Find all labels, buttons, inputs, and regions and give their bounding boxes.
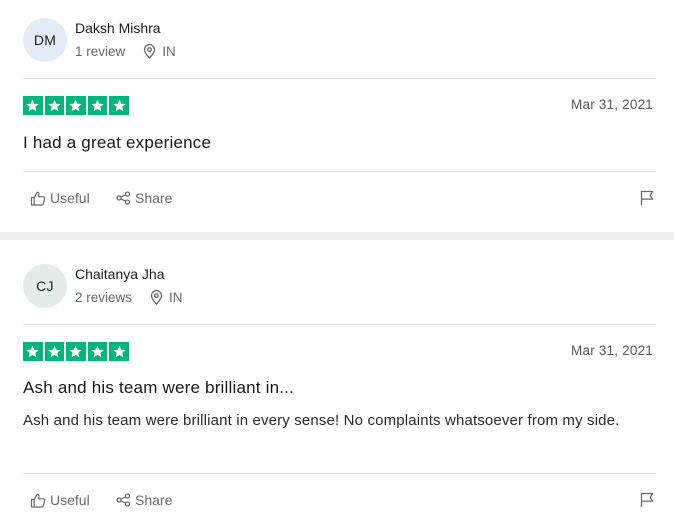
divider: [23, 171, 656, 172]
reviewer-location: IN: [150, 290, 183, 305]
thumbs-up-icon: [30, 493, 46, 508]
star-rating: [23, 342, 129, 361]
review-body: Ash and his team were brilliant in every…: [23, 412, 620, 429]
star-icon: [87, 96, 108, 115]
avatar[interactable]: DM: [23, 18, 67, 62]
flag-icon[interactable]: [639, 190, 655, 206]
reviewer-name[interactable]: Chaitanya Jha: [75, 266, 165, 282]
review-title[interactable]: Ash and his team were brilliant in...: [23, 378, 294, 398]
review-date: Mar 31, 2021: [571, 343, 653, 358]
avatar[interactable]: CJ: [23, 264, 67, 308]
divider: [23, 324, 656, 325]
star-icon: [44, 342, 65, 361]
country-code: IN: [162, 44, 176, 59]
card-separator: [0, 232, 674, 240]
share-icon: [116, 191, 131, 205]
reviewer-meta: 2 reviews IN: [75, 290, 183, 305]
review-card: CJ Chaitanya Jha 2 reviews IN Mar 31, 20…: [0, 240, 674, 517]
divider: [23, 78, 656, 79]
useful-button[interactable]: Useful: [30, 492, 90, 508]
star-icon: [109, 342, 129, 361]
review-count: 2 reviews: [75, 290, 133, 305]
star-rating: [23, 96, 129, 115]
star-icon: [87, 342, 108, 361]
star-icon: [66, 342, 86, 361]
share-button[interactable]: Share: [116, 492, 172, 508]
star-icon: [23, 96, 43, 115]
star-icon: [23, 342, 43, 361]
useful-label: Useful: [50, 492, 90, 508]
review-card: DM Daksh Mishra 1 review IN Mar 31, 2021…: [0, 0, 674, 232]
star-icon: [66, 96, 86, 115]
star-icon: [109, 96, 129, 115]
useful-button[interactable]: Useful: [30, 190, 90, 206]
flag-icon[interactable]: [639, 492, 655, 508]
star-icon: [44, 96, 65, 115]
share-button[interactable]: Share: [116, 190, 172, 206]
share-label: Share: [135, 190, 173, 206]
divider: [23, 473, 656, 474]
useful-label: Useful: [50, 190, 90, 206]
country-code: IN: [169, 290, 183, 305]
share-icon: [116, 493, 131, 507]
reviewer-name[interactable]: Daksh Mishra: [75, 20, 161, 36]
review-date: Mar 31, 2021: [571, 97, 653, 112]
review-title[interactable]: I had a great experience: [23, 133, 211, 153]
share-label: Share: [135, 492, 173, 508]
location-pin-icon: [150, 290, 163, 305]
thumbs-up-icon: [30, 191, 46, 206]
reviewer-location: IN: [143, 44, 176, 59]
location-pin-icon: [144, 44, 156, 59]
review-count: 1 review: [75, 44, 126, 59]
reviewer-meta: 1 review IN: [75, 44, 176, 59]
